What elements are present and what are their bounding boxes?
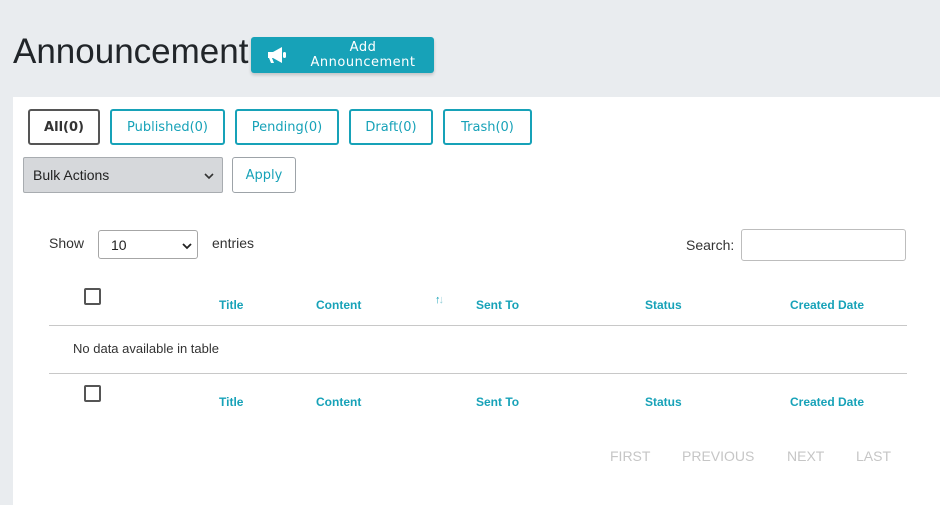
pagination-next[interactable]: NEXT xyxy=(787,448,824,464)
column-header-title[interactable]: Title xyxy=(219,298,243,312)
entries-value: 10 xyxy=(111,236,127,253)
megaphone-icon xyxy=(267,46,289,64)
search-label: Search: xyxy=(686,237,735,253)
tab-published[interactable]: Published(0) xyxy=(110,109,225,145)
entries-label: entries xyxy=(212,235,255,251)
column-footer-created-date[interactable]: Created Date xyxy=(790,395,864,409)
add-announcement-label: Add Announcement xyxy=(310,40,416,70)
column-header-sent-to[interactable]: Sent To xyxy=(476,298,519,312)
tab-pending[interactable]: Pending(0) xyxy=(235,109,339,145)
column-footer-sent-to[interactable]: Sent To xyxy=(476,395,519,409)
column-footer-content[interactable]: Content xyxy=(316,395,361,409)
tab-trash[interactable]: Trash(0) xyxy=(443,109,532,145)
table-divider xyxy=(49,325,907,326)
column-footer-status[interactable]: Status xyxy=(645,395,682,409)
pagination-first[interactable]: FIRST xyxy=(610,448,650,464)
column-footer-title[interactable]: Title xyxy=(219,395,243,409)
page-title: Announcement xyxy=(13,32,249,71)
table-divider xyxy=(49,373,907,374)
pagination-previous[interactable]: PREVIOUS xyxy=(682,448,754,464)
bulk-actions-select[interactable]: Bulk Actions xyxy=(23,157,223,193)
apply-button[interactable]: Apply xyxy=(232,157,296,193)
empty-table-message: No data available in table xyxy=(73,341,219,356)
pagination-last[interactable]: LAST xyxy=(856,448,891,464)
tab-draft[interactable]: Draft(0) xyxy=(349,109,433,145)
chevron-down-icon xyxy=(203,169,215,185)
column-header-content[interactable]: Content xyxy=(316,298,361,312)
search-input[interactable] xyxy=(741,229,906,261)
sort-icon[interactable]: ↑↓ xyxy=(435,294,444,306)
select-all-checkbox-footer[interactable] xyxy=(84,385,101,402)
column-header-created-date[interactable]: Created Date xyxy=(790,298,864,312)
tab-all[interactable]: All(0) xyxy=(28,109,100,145)
add-announcement-button[interactable]: Add Announcement xyxy=(251,37,434,73)
entries-select[interactable]: 10 xyxy=(98,230,198,259)
announcement-card: All(0) Published(0) Pending(0) Draft(0) … xyxy=(13,97,940,505)
select-all-checkbox[interactable] xyxy=(84,288,101,305)
column-header-status[interactable]: Status xyxy=(645,298,682,312)
chevron-down-icon xyxy=(181,239,193,255)
bulk-actions-value: Bulk Actions xyxy=(33,167,110,183)
show-label: Show xyxy=(49,235,85,251)
